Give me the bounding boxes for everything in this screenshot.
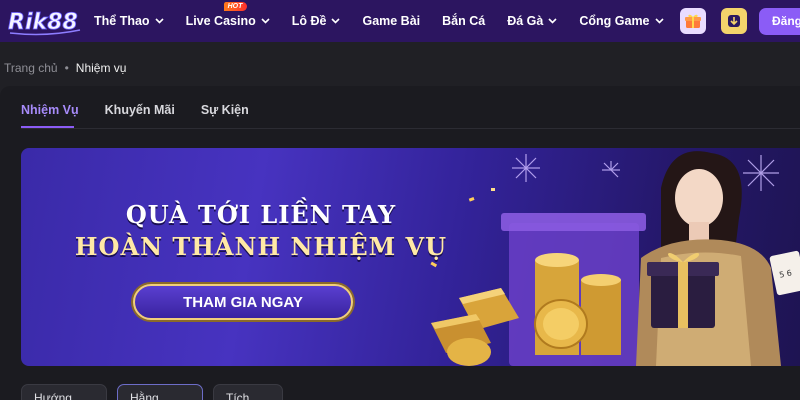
join-now-button[interactable]: THAM GIA NGAY bbox=[133, 284, 353, 320]
svg-text:Rik88: Rik88 bbox=[8, 10, 78, 35]
nav-item-the-thao[interactable]: Thể Thao bbox=[94, 14, 164, 28]
gift-icon bbox=[685, 14, 701, 28]
site-logo[interactable]: Rik88 bbox=[6, 6, 84, 36]
nav-item-label: Cổng Game bbox=[579, 14, 650, 28]
download-icon bbox=[728, 15, 740, 27]
nav-item-cong-game[interactable]: Cổng Game bbox=[579, 14, 664, 28]
nav-item-label: Bắn Cá bbox=[442, 14, 486, 28]
login-button[interactable]: Đăng bbox=[759, 8, 800, 35]
nav-item-label: Lô Đề bbox=[291, 14, 327, 28]
download-button[interactable] bbox=[721, 8, 747, 34]
nav-item-label: Live Casino bbox=[185, 14, 256, 28]
nav-item-label: Game Bài bbox=[362, 14, 421, 28]
chevron-down-icon bbox=[154, 18, 164, 24]
banner-headline-1: QUÀ TỚI LIỀN TAY bbox=[125, 200, 397, 229]
tab-su-kien[interactable]: Sự Kiện bbox=[201, 103, 249, 117]
filter-hang-ngay[interactable]: Hằng Ngày bbox=[117, 384, 203, 400]
nav-item-label: Thể Thao bbox=[94, 14, 150, 28]
breadcrumb-current: Nhiệm vụ bbox=[75, 61, 127, 75]
active-tab-indicator bbox=[21, 126, 74, 128]
gift-button[interactable] bbox=[680, 8, 706, 34]
nav-item-lo-de[interactable]: Lô Đề bbox=[292, 14, 341, 28]
breadcrumb-separator: • bbox=[64, 61, 69, 75]
top-navbar: Rik88 Thể Thao Live Casino HOT Lô Đề Gam… bbox=[0, 0, 800, 42]
banner-headline-2: HOÀN THÀNH NHIỆM VỤ bbox=[74, 232, 448, 261]
chevron-down-icon bbox=[654, 18, 664, 24]
main-nav: Thể Thao Live Casino HOT Lô Đề Game Bài … bbox=[94, 0, 686, 42]
chevron-down-icon bbox=[261, 18, 270, 24]
filter-tich-luy[interactable]: Tích Luỹ bbox=[213, 384, 283, 400]
hot-badge: HOT bbox=[223, 2, 248, 11]
nav-item-label: Đá Gà bbox=[507, 14, 544, 28]
nav-item-da-ga[interactable]: Đá Gà bbox=[507, 14, 557, 28]
breadcrumb: Trang chủ • Nhiệm vụ bbox=[4, 61, 126, 75]
chevron-down-icon bbox=[548, 18, 557, 24]
tab-khuyen-mai[interactable]: Khuyến Mãi bbox=[105, 103, 175, 117]
nav-item-live-casino[interactable]: Live Casino HOT bbox=[185, 2, 270, 28]
breadcrumb-home-link[interactable]: Trang chủ bbox=[4, 61, 58, 75]
nav-item-ban-ca[interactable]: Bắn Cá bbox=[442, 14, 485, 28]
tabs-divider bbox=[21, 128, 800, 129]
promo-banner[interactable]: 5 6 QUÀ TỚI LIỀN TAY HOÀN THÀNH NHIỆM VỤ… bbox=[21, 148, 800, 366]
nav-item-game-bai[interactable]: Game Bài bbox=[362, 14, 420, 28]
tab-bar: Nhiệm Vụ Khuyến Mãi Sự Kiện bbox=[21, 103, 275, 117]
chevron-down-icon bbox=[331, 18, 341, 24]
tab-nhiem-vu[interactable]: Nhiệm Vụ bbox=[21, 103, 79, 117]
filter-huong-dan[interactable]: Hướng dẫn bbox=[21, 384, 107, 400]
